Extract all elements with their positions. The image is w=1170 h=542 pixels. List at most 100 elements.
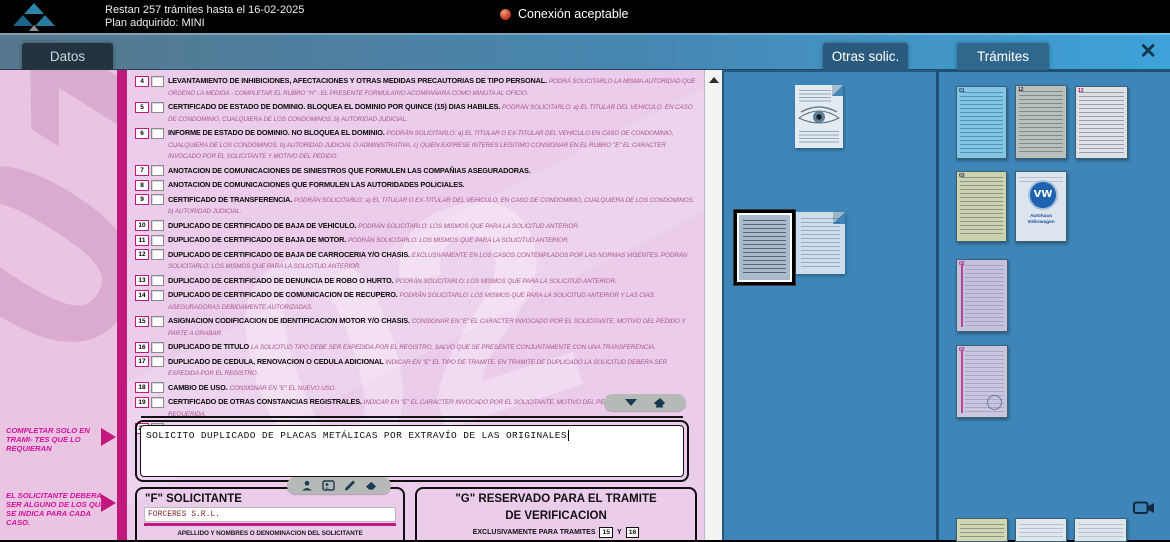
section-g-title-1: "G" RESERVADO PARA EL TRAMITE	[417, 493, 695, 506]
section-f-solicitante: "F" SOLICITANTE FORCERES S.R.L. APELLIDO…	[135, 487, 405, 540]
form-item-17: 17DUPLICADO DE CEDULA, RENOVACION O CEDU…	[135, 356, 696, 379]
item-checkbox-10[interactable]	[151, 220, 164, 231]
input-underline	[144, 523, 396, 526]
item-number: 10	[135, 220, 149, 231]
section-f-caption: APELLIDO Y NOMBRES O DENOMINACION DEL SO…	[137, 530, 403, 537]
form-item-14: 14DUPLICADO DE CERTIFICADO DE COMUNICACI…	[135, 289, 696, 312]
section-g-conjunction: Y	[617, 529, 622, 536]
item-title: DUPLICADO DE CERTIFICADO DE DENUNCIA DE …	[168, 276, 395, 285]
item-title: ANOTACION DE COMUNICACIONES DE SINIESTRO…	[168, 166, 531, 175]
item-description: CONSIGNAR EN "E" EL NUEVO USO.	[229, 385, 336, 392]
request-text-box: SOLICITO DUPLICADO DE PLACAS METÁLICAS P…	[135, 420, 689, 482]
form-item-16: 16DUPLICADO DE TITULO LA SOLICITUD TIPO …	[135, 341, 696, 353]
section-g-verificacion: "G" RESERVADO PARA EL TRAMITE DE VERIFIC…	[415, 487, 697, 540]
margin-arrow-icon	[101, 494, 116, 512]
form-thumbnail-02-b[interactable]: 02	[956, 345, 1008, 418]
form-thumbnail-12[interactable]: 12	[1015, 85, 1067, 159]
item-checkbox-13[interactable]	[151, 275, 164, 286]
item-number: 8	[135, 180, 149, 191]
item-checkbox-9[interactable]	[151, 194, 164, 205]
person-icon[interactable]	[301, 480, 313, 491]
eraser-icon[interactable]	[365, 481, 377, 491]
item-title: ANOTACION DE COMUNICACIONES QUE FORMULEN…	[168, 180, 465, 189]
section-f-title: "F" SOLICITANTE	[145, 493, 403, 505]
form-item-13: 13 DUPLICADO DE CERTIFICADO DE DENUNCIA D…	[135, 275, 696, 287]
tab-datos[interactable]: Datos	[22, 43, 113, 70]
form-thumbnail-01[interactable]: 01	[956, 86, 1007, 159]
document-thumbnail-eye[interactable]	[795, 85, 843, 148]
item-checkbox-5[interactable]	[151, 102, 164, 113]
form-thumbnail-partial[interactable]	[1074, 518, 1127, 542]
item-title: LEVANTAMIENTO DE INHIBICIONES, AFECTACIO…	[168, 76, 549, 85]
item-title: DUPLICADO DE CERTIFICADO DE BAJA DE MOTO…	[168, 235, 348, 244]
app-logo-icon	[8, 2, 60, 32]
form-thumbnail-03[interactable]: 03	[956, 171, 1007, 242]
request-text-input[interactable]: SOLICITO DUPLICADO DE PLACAS METÁLICAS P…	[140, 425, 684, 477]
form-left-margin: 01 COMPLETAR SOLO EN TRAMI- TES QUE LO R…	[0, 70, 117, 540]
tab-bar: Datos Otras solic. Trámites ✕	[0, 33, 1170, 70]
form-scrollbar[interactable]	[704, 70, 723, 540]
plan-text: Plan adquirido: MINI	[105, 17, 304, 30]
form-item-18: 18CAMBIO DE USO. CONSIGNAR EN "E" EL NUE…	[135, 382, 696, 394]
item-checkbox-6[interactable]	[151, 128, 164, 139]
item-checkbox-18[interactable]	[151, 382, 164, 393]
volkswagen-logo: VW	[1028, 180, 1058, 210]
item-title: DUPLICADO DE CEDULA, RENOVACION O CEDULA…	[168, 357, 385, 366]
item-number: 16	[135, 342, 149, 353]
item-number: 13	[135, 275, 149, 286]
request-toolbar	[604, 394, 686, 411]
document-thumbnail-volkswagen[interactable]: VW AutohausVolkswagen	[1015, 171, 1067, 242]
item-checkbox-14[interactable]	[151, 290, 164, 301]
form-item-8: 8 ANOTACION DE COMUNICACIONES QUE FORMULE…	[135, 179, 696, 191]
form-item-11: 11DUPLICADO DE CERTIFICADO DE BAJA DE MO…	[135, 234, 696, 246]
pencil-icon[interactable]	[344, 480, 356, 491]
form-item-7: 7ANOTACION DE COMUNICACIONES DE SINIESTR…	[135, 165, 696, 177]
tramite-16-box: 16	[626, 527, 640, 538]
item-checkbox-17[interactable]	[151, 356, 164, 367]
top-status-bar: Restan 257 trámites hasta el 16-02-2025 …	[0, 0, 1170, 33]
item-checkbox-8[interactable]	[151, 180, 164, 191]
item-title: DUPLICADO DE CERTIFICADO DE BAJA DE CARR…	[168, 250, 412, 259]
form-item-10: 10 DUPLICADO DE CERTIFICADO DE BAJA DE VE…	[135, 220, 696, 232]
camera-icon[interactable]	[1133, 500, 1155, 516]
item-number: 9	[135, 194, 149, 205]
item-title: DUPLICADO DE CERTIFICADO DE BAJA DE VEHI…	[168, 221, 358, 230]
item-checkbox-11[interactable]	[151, 235, 164, 246]
form-item-4: 4LEVANTAMIENTO DE INHIBICIONES, AFECTACI…	[135, 75, 696, 98]
dropdown-arrow-icon[interactable]	[625, 399, 637, 406]
form-thumbnail-partial[interactable]	[956, 518, 1008, 542]
document-thumbnail-selected[interactable]	[734, 210, 795, 285]
form-thumbnail-02-a[interactable]: 02	[956, 259, 1008, 332]
tab-tramites[interactable]: Trámites	[957, 43, 1049, 70]
item-description: PODRÁN SOLICITARLO: LOS MISMOS QUE PARA …	[358, 223, 579, 230]
remaining-tramites-text: Restan 257 trámites hasta el 16-02-2025	[105, 4, 304, 17]
item-description: PODRÁN SOLICITARLO: LOS MISMOS QUE PARA …	[395, 278, 616, 285]
page-fold	[832, 85, 843, 96]
form-thumbnail-13[interactable]: 13	[1075, 86, 1128, 159]
item-checkbox-16[interactable]	[151, 342, 164, 353]
scroll-up-icon[interactable]	[709, 77, 719, 83]
item-checkbox-19[interactable]	[151, 397, 164, 408]
margin-note-1: COMPLETAR SOLO EN TRAMI- TES QUE LO REQU…	[6, 426, 116, 453]
item-checkbox-4[interactable]	[151, 76, 164, 87]
item-checkbox-7[interactable]	[151, 165, 164, 176]
document-thumbnail-page[interactable]	[796, 212, 845, 274]
item-checkbox-15[interactable]	[151, 316, 164, 327]
tramite-15-box: 15	[599, 527, 613, 538]
item-checkbox-12[interactable]	[151, 249, 164, 260]
connection-status: Conexión aceptable	[500, 7, 629, 21]
item-number: 6	[135, 128, 149, 139]
stamp-circle	[987, 395, 1002, 410]
tab-otras-solicitudes[interactable]: Otras solic.	[823, 43, 908, 70]
close-icon[interactable]: ✕	[1139, 39, 1157, 64]
form-thumbnail-partial[interactable]	[1015, 518, 1067, 542]
margin-arrow-icon	[101, 428, 116, 446]
plan-status: Restan 257 trámites hasta el 16-02-2025 …	[105, 4, 304, 29]
section-g-subline: EXCLUSIVAMENTE PARA TRAMITES 15 Y 16	[417, 527, 695, 538]
form-item-12: 12DUPLICADO DE CERTIFICADO DE BAJA DE CA…	[135, 249, 696, 272]
section-g-title-2: DE VERIFICACION	[417, 510, 695, 523]
eraser-icon[interactable]	[653, 397, 666, 408]
id-card-icon[interactable]	[322, 480, 335, 491]
solicitante-name-input[interactable]: FORCERES S.R.L.	[144, 507, 396, 522]
item-description: PODRÁN SOLICITARLO: LOS MISMOS QUE PARA …	[348, 237, 569, 244]
